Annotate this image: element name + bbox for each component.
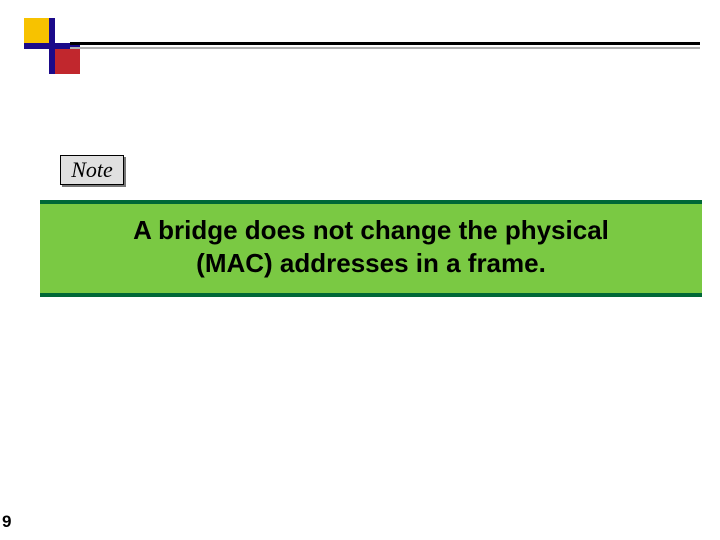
banner-line-1: A bridge does not change the physical	[133, 215, 609, 245]
header-rule	[70, 42, 700, 45]
slide-logo	[24, 18, 80, 74]
logo-blue-vertical	[49, 18, 55, 74]
banner-line-2: (MAC) addresses in a frame.	[196, 248, 546, 278]
page-number: 9	[2, 512, 11, 532]
note-banner: A bridge does not change the physical (M…	[40, 200, 702, 297]
note-label-text: Note	[71, 157, 113, 182]
note-label-box: Note	[60, 155, 124, 185]
header-rule-shadow	[70, 47, 700, 49]
logo-red-square	[51, 45, 80, 74]
banner-text: A bridge does not change the physical (M…	[48, 214, 694, 281]
